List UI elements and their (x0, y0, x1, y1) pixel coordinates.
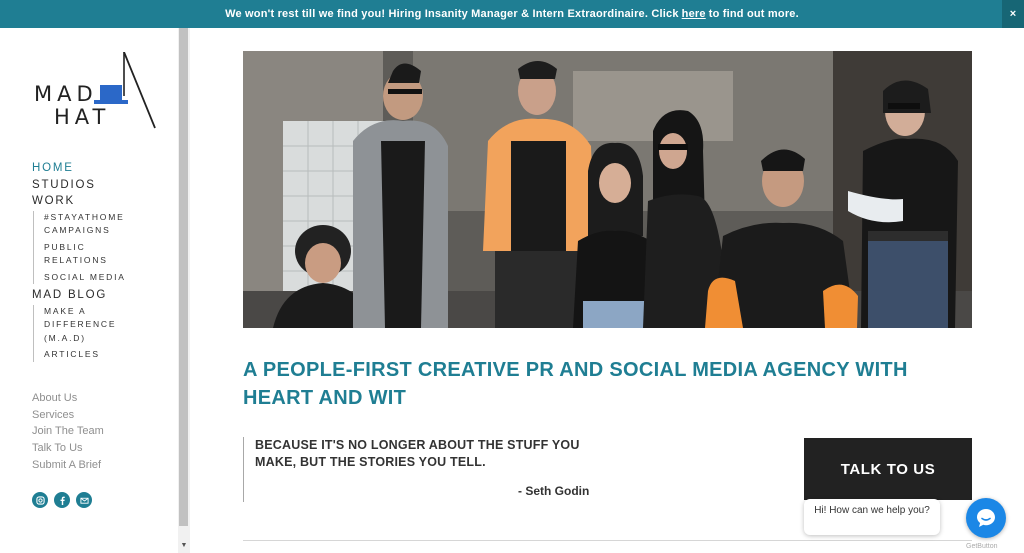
link-services[interactable]: Services (32, 407, 104, 424)
link-talk-to-us[interactable]: Talk To Us (32, 440, 104, 457)
banner-text: We won't rest till we find you! Hiring I… (225, 8, 679, 20)
talk-to-us-button[interactable]: TALK TO US (804, 438, 972, 500)
nav-articles[interactable]: ARTICLES (44, 348, 172, 362)
work-submenu: #STAYATHOME CAMPAIGNS PUBLIC RELATIONS S… (33, 210, 172, 285)
chat-prompt-text: Hi! How can we help you? (814, 505, 930, 516)
logo-text-mad: MAD (34, 82, 98, 106)
quote-block: BECAUSE IT'S NO LONGER ABOUT THE STUFF Y… (243, 437, 603, 502)
nav-public-relations[interactable]: PUBLIC RELATIONS (44, 241, 124, 268)
blog-submenu: MAKE A DIFFERENCE (M.A.D) ARTICLES (33, 304, 172, 362)
announcement-banner: We won't rest till we find you! Hiring I… (0, 0, 1024, 28)
nav-mad-blog[interactable]: MAD BLOG (32, 287, 172, 304)
nav-make-a-difference[interactable]: MAKE A DIFFERENCE (M.A.D) (44, 305, 124, 346)
nav-stayathome[interactable]: #STAYATHOME CAMPAIGNS (44, 211, 134, 238)
facebook-icon[interactable] (54, 492, 70, 508)
scroll-down-icon[interactable]: ▼ (178, 541, 190, 551)
quote-text: BECAUSE IT'S NO LONGER ABOUT THE STUFF Y… (255, 438, 580, 469)
link-join-the-team[interactable]: Join The Team (32, 423, 104, 440)
footer-links: About Us Services Join The Team Talk To … (32, 390, 104, 474)
sidebar-scrollbar[interactable]: ▼ (178, 28, 190, 553)
quote-author: - Seth Godin (518, 484, 590, 498)
logo[interactable]: MAD HAT (34, 52, 156, 132)
scrollbar-thumb[interactable] (179, 28, 188, 526)
sidebar: MAD HAT HOME STUDIOS WORK #STAYATHOME CA… (0, 28, 178, 553)
divider (243, 540, 972, 541)
chat-button[interactable] (966, 498, 1006, 538)
hero-image (243, 51, 972, 328)
link-submit-a-brief[interactable]: Submit A Brief (32, 457, 104, 474)
nav-work[interactable]: WORK (32, 193, 172, 210)
nav-social-media[interactable]: SOCIAL MEDIA (44, 271, 172, 285)
chat-icon (977, 509, 995, 527)
close-icon[interactable]: × (1002, 0, 1024, 28)
banner-link[interactable]: here (682, 8, 706, 20)
chat-prompt-bubble[interactable]: Hi! How can we help you? (804, 499, 940, 535)
link-about-us[interactable]: About Us (32, 390, 104, 407)
page-headline: A PEOPLE-FIRST CREATIVE PR AND SOCIAL ME… (243, 359, 908, 409)
getbutton-brand: GetButton (966, 543, 998, 550)
hat-icon (94, 85, 128, 104)
nav-studios[interactable]: STUDIOS (32, 177, 172, 194)
email-icon[interactable] (76, 492, 92, 508)
slash-icon (123, 52, 156, 129)
banner-text-end: to find out more. (708, 8, 799, 20)
social-links (32, 492, 92, 508)
instagram-icon[interactable] (32, 492, 48, 508)
logo-text-hat: HAT (54, 105, 111, 129)
main-nav: HOME STUDIOS WORK #STAYATHOME CAMPAIGNS … (32, 160, 172, 365)
nav-home[interactable]: HOME (32, 160, 172, 177)
